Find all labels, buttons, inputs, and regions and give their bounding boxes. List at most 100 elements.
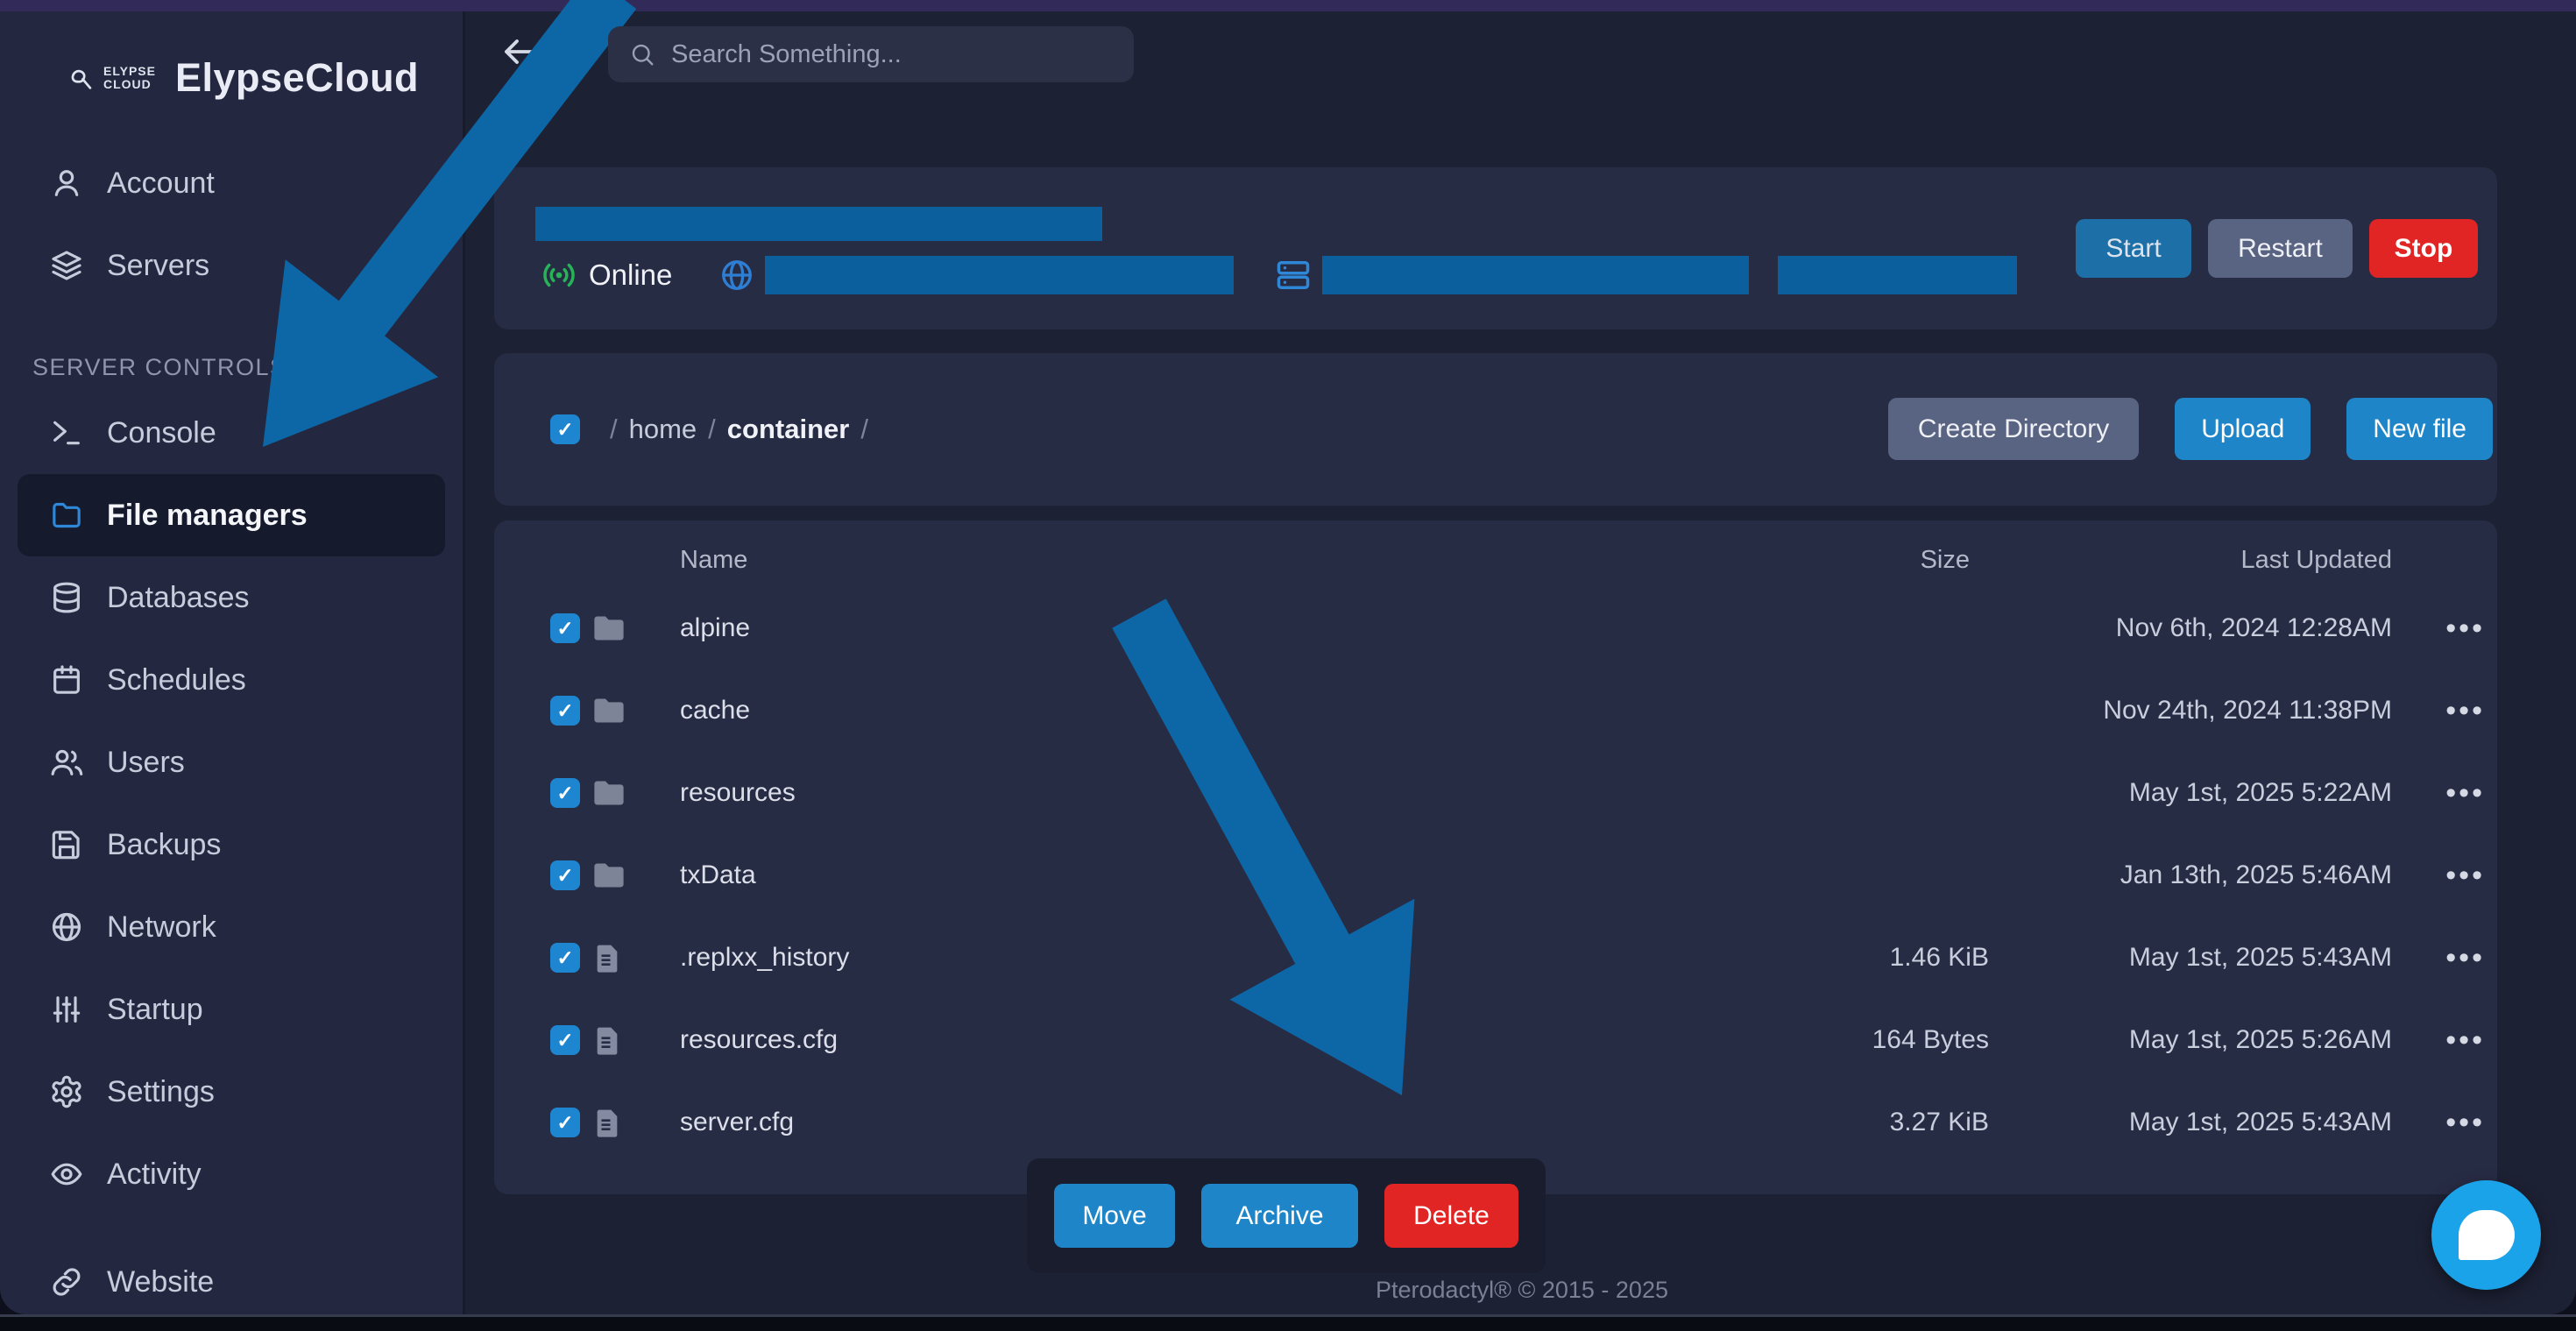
breadcrumb-current[interactable]: container [727,414,850,445]
breadcrumb-slash: / [708,414,716,445]
search-icon [629,41,655,67]
row-menu-icon[interactable] [2445,1031,2497,1049]
chat-widget-button[interactable] [2431,1180,2541,1290]
sidebar-section-label: SERVER CONTROLS [32,352,463,382]
power-buttons: Start Restart Stop [2076,219,2478,278]
back-arrow-icon[interactable] [498,31,540,73]
sidebar-item-backups[interactable]: Backups [0,804,463,886]
window-top-strip [0,0,2576,11]
signal-icon [540,256,578,294]
calendar-icon [49,662,84,697]
window-bottom-edge [0,1314,2576,1331]
column-header-name: Name [652,546,1656,575]
select-all-checkbox[interactable] [550,414,580,444]
row-menu-icon[interactable] [2445,702,2497,719]
file-name[interactable]: cache [652,696,1656,726]
file-updated: May 1st, 2025 5:22AM [1989,778,2392,808]
table-row[interactable]: resources May 1st, 2025 5:22AM [494,752,2497,834]
search-input[interactable] [669,39,1113,70]
row-menu-icon[interactable] [2445,867,2497,884]
stop-button[interactable]: Stop [2369,219,2478,278]
breadcrumb-home[interactable]: home [629,414,697,445]
file-name[interactable]: alpine [652,613,1656,643]
file-name[interactable]: .replxx_history [652,943,1656,973]
sidebar-item-website[interactable]: Website [0,1241,463,1314]
sidebar-item-databases[interactable]: Databases [0,556,463,639]
breadcrumb-slash: / [860,414,868,445]
brand-logo-icon [67,63,96,93]
row-checkbox[interactable] [550,696,580,726]
new-file-button[interactable]: New file [2346,398,2493,460]
delete-button[interactable]: Delete [1384,1184,1518,1248]
start-button[interactable]: Start [2076,219,2191,278]
upload-button[interactable]: Upload [2175,398,2311,460]
sidebar-nav-top: Account Servers [0,142,463,307]
breadcrumb-slash: / [610,414,618,445]
row-checkbox[interactable] [550,1108,580,1137]
server-status-row: Online [494,253,2017,297]
sidebar-item-users[interactable]: Users [0,721,463,804]
table-row[interactable]: .replxx_history 1.46 KiB May 1st, 2025 5… [494,917,2497,999]
sidebar-nav-bottom: Website [0,1241,463,1314]
sidebar-item-account[interactable]: Account [0,142,463,224]
brand-title: ElypseCloud [175,55,419,101]
sidebar-item-settings[interactable]: Settings [0,1051,463,1133]
app-container: ELYPSE CLOUD ElypseCloud Account Servers… [0,11,2576,1314]
row-checkbox[interactable] [550,860,580,890]
table-row[interactable]: txData Jan 13th, 2025 5:46AM [494,834,2497,917]
layers-icon [49,248,84,283]
table-row[interactable]: server.cfg 3.27 KiB May 1st, 2025 5:43AM [494,1081,2497,1164]
file-name[interactable]: txData [652,860,1656,890]
row-checkbox[interactable] [550,943,580,973]
create-directory-button[interactable]: Create Directory [1888,398,2139,460]
sidebar-item-startup[interactable]: Startup [0,968,463,1051]
file-updated: May 1st, 2025 5:43AM [1989,943,2392,973]
user-icon [49,166,84,201]
table-row[interactable]: alpine Nov 6th, 2024 12:28AM [494,587,2497,669]
sidebar-item-network[interactable]: Network [0,886,463,968]
sidebar-item-schedules[interactable]: Schedules [0,639,463,721]
server-info-redaction [1778,256,2017,294]
file-name[interactable]: resources.cfg [652,1025,1656,1055]
sidebar-item-label: Schedules [107,663,246,697]
row-menu-icon[interactable] [2445,1114,2497,1131]
file-updated: May 1st, 2025 5:26AM [1989,1025,2392,1055]
sliders-icon [49,992,84,1027]
restart-button[interactable]: Restart [2208,219,2353,278]
file-updated: Jan 13th, 2025 5:46AM [1989,860,2392,890]
file-updated: Nov 6th, 2024 12:28AM [1989,613,2392,643]
sidebar-item-activity[interactable]: Activity [0,1133,463,1215]
row-menu-icon[interactable] [2445,619,2497,637]
row-menu-icon[interactable] [2445,784,2497,802]
sidebar-item-label: Settings [107,1075,215,1109]
search-bar[interactable] [608,26,1134,82]
folder-icon [591,692,627,729]
terminal-icon [49,415,84,450]
sidebar-item-file-managers[interactable]: File managers [18,474,445,556]
row-checkbox[interactable] [550,778,580,808]
file-name[interactable]: server.cfg [652,1108,1656,1137]
archive-button[interactable]: Archive [1201,1184,1358,1248]
folder-icon [49,498,84,533]
table-row[interactable]: resources.cfg 164 Bytes May 1st, 2025 5:… [494,999,2497,1081]
row-checkbox[interactable] [550,613,580,643]
globe-icon [49,910,84,945]
table-row[interactable]: cache Nov 24th, 2024 11:38PM [494,669,2497,752]
file-name[interactable]: resources [652,778,1656,808]
save-icon [49,827,84,862]
sidebar-item-label: Network [107,910,216,945]
move-button[interactable]: Move [1054,1184,1175,1248]
sidebar: ELYPSE CLOUD ElypseCloud Account Servers… [0,11,465,1314]
folder-icon [591,610,627,647]
sidebar-item-label: Backups [107,828,221,862]
server-address-redaction [765,256,1234,294]
sidebar-item-console[interactable]: Console [0,392,463,474]
sidebar-item-label: Activity [107,1158,202,1192]
row-menu-icon[interactable] [2445,949,2497,966]
sidebar-item-servers[interactable]: Servers [0,224,463,307]
file-size: 3.27 KiB [1656,1108,1989,1137]
breadcrumb: / home / container / [610,414,868,445]
eye-icon [49,1157,84,1192]
sidebar-item-label: Console [107,416,216,450]
row-checkbox[interactable] [550,1025,580,1055]
